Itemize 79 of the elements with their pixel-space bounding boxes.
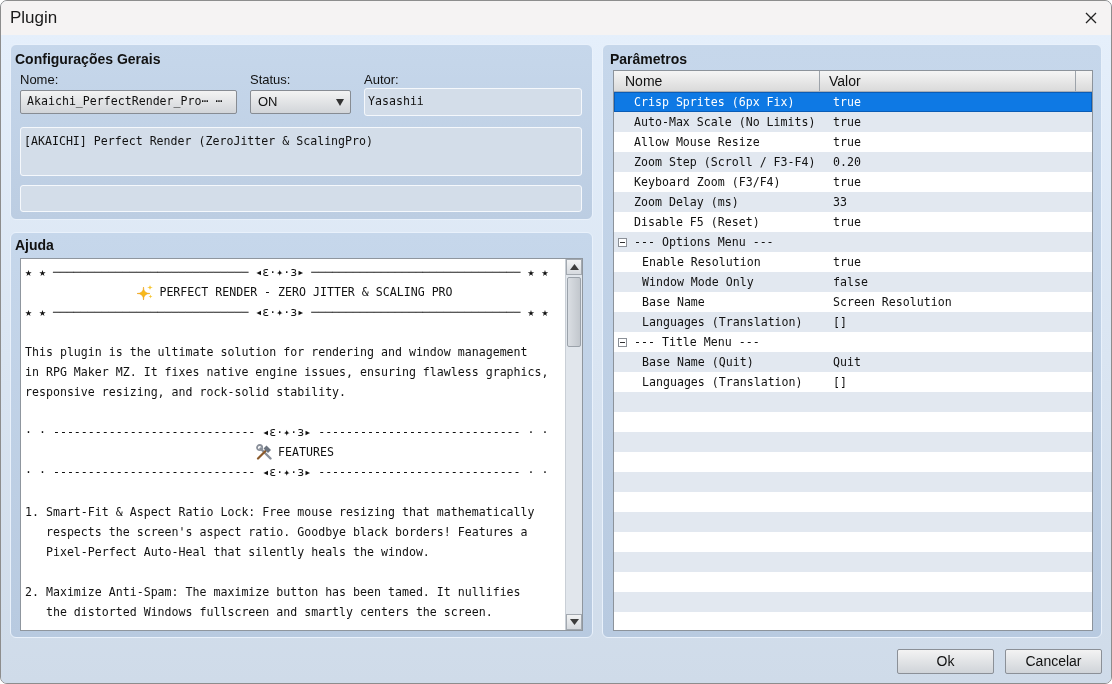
table-row[interactable]: Base Name Screen Resolution: [614, 292, 1092, 312]
ornament-line: · · ----------------------------- ◂ɛ·✦·ɜ▸ ----------------------------- · ·: [25, 464, 549, 481]
status-dropdown[interactable]: ON: [250, 90, 351, 114]
table-row[interactable]: --- Title Menu ---: [614, 332, 1092, 352]
parameter-value: 0.20: [833, 154, 861, 171]
parameter-name: Languages (Translation): [642, 314, 803, 331]
collapse-icon[interactable]: [618, 337, 627, 347]
caret-icon: [336, 98, 344, 106]
parameter-value: false: [833, 274, 868, 291]
triangle-down-icon: [569, 619, 579, 625]
triangle-up-icon: [569, 264, 579, 270]
table-row[interactable]: Zoom Step (Scroll / F3-F4) 0.20: [614, 152, 1092, 172]
scroll-up-button[interactable]: [566, 259, 582, 275]
parameter-value: true: [833, 214, 861, 231]
table-row[interactable]: Keyboard Zoom (F3/F4) true: [614, 172, 1092, 192]
paragraph: This plugin is the ultimate solution for rendering and window management in RPG Maker MZ. It fixes native engine issues, ensuring flawless graphics, responsive resizing, and rock-solid stability.: [25, 344, 549, 401]
table-row[interactable]: Enable Resolution true: [614, 252, 1092, 272]
parameter-value: 33: [833, 194, 847, 211]
parameter-value: []: [833, 314, 847, 331]
parameter-value: true: [833, 134, 861, 151]
table-row[interactable]: Window Mode Only false: [614, 272, 1092, 292]
heading-text: PERFECT RENDER - ZERO JITTER & SCALING PRO: [159, 284, 453, 301]
table-row[interactable]: Base Name (Quit) Quit: [614, 352, 1092, 372]
sparkle-icon: [137, 284, 154, 300]
parameter-value: true: [833, 254, 861, 271]
field-label: Status:: [250, 72, 291, 88]
parameter-value: Screen Resolution: [833, 294, 952, 311]
name-button[interactable]: Akaichi_PerfectRender_Pro⋯ ⋯: [20, 90, 237, 114]
parameter-name: Keyboard Zoom (F3/F4): [634, 174, 781, 191]
panel-title: Parâmetros: [610, 51, 688, 67]
parameter-name: Crisp Sprites (6px Fix): [634, 94, 795, 111]
panel-title: Ajuda: [15, 237, 54, 253]
field-label: Autor:: [364, 72, 399, 88]
text-field[interactable]: [20, 185, 582, 212]
parameter-name: Zoom Step (Scroll / F3-F4): [634, 154, 816, 171]
table-row[interactable]: Auto-Max Scale (No Limits) true: [614, 112, 1092, 132]
parameter-value: true: [833, 174, 861, 191]
table-row[interactable]: Disable F5 (Reset) true: [614, 212, 1092, 232]
parameter-name: Disable F5 (Reset): [634, 214, 760, 231]
table-row[interactable]: Zoom Delay (ms) 33: [614, 192, 1092, 212]
table-row[interactable]: Allow Mouse Resize true: [614, 132, 1092, 152]
list-item: 2. Maximize Anti-Spam: The maximize button has been tamed. It nullifies the distorted Windows fullscreen and smartly centers the screen.: [25, 584, 521, 621]
group-name: --- Options Menu ---: [634, 234, 774, 251]
panel-title: Configurações Gerais: [15, 51, 161, 67]
collapse-icon[interactable]: [618, 237, 627, 247]
parameter-value: Quit: [833, 354, 861, 371]
description-field[interactable]: [AKAICHI] Perfect Render (ZeroJitter & ScalingPro): [20, 127, 582, 176]
column-header[interactable]: Valor: [820, 71, 1076, 91]
dialog-button[interactable]: Ok: [897, 649, 994, 674]
tools-icon: [256, 444, 273, 460]
ornament-line: ★ ★ ──────────────────────────── ◂ɛ·✦·ɜ▸ ────────────────────────────── ★ ★: [25, 264, 549, 281]
ornament-line: ★ ★ ──────────────────────────── ◂ɛ·✦·ɜ▸ ────────────────────────────── ★ ★: [25, 304, 549, 321]
table-row[interactable]: Crisp Sprites (6px Fix) true: [614, 92, 1092, 112]
parameter-value: []: [833, 374, 847, 391]
table-row[interactable]: Languages (Translation) []: [614, 372, 1092, 392]
dialog-button[interactable]: Cancelar: [1005, 649, 1102, 674]
parameter-name: Zoom Delay (ms): [634, 194, 739, 211]
heading-text: FEATURES: [278, 444, 334, 461]
parameter-name: Base Name (Quit): [642, 354, 754, 371]
author-field[interactable]: Yasashii: [364, 88, 582, 116]
scrollbar-thumb[interactable]: [567, 277, 581, 347]
field-label: Nome:: [20, 72, 59, 88]
list-item: 1. Smart-Fit & Aspect Ratio Lock: Free mouse resizing that mathematically respects the screen's aspect ratio. Goodbye black borders! Features a Pixel-Perfect Auto-Heal that silently heals the window.: [25, 504, 535, 561]
parameter-value: true: [833, 94, 861, 111]
window-title: Plugin: [10, 8, 58, 28]
scroll-down-button[interactable]: [566, 614, 582, 630]
table-row[interactable]: Languages (Translation) []: [614, 312, 1092, 332]
parameter-name: Base Name: [642, 294, 705, 311]
parameter-value: true: [833, 114, 861, 131]
parameter-name: Enable Resolution: [642, 254, 761, 271]
parameter-name: Window Mode Only: [642, 274, 754, 291]
ornament-line: · · ----------------------------- ◂ɛ·✦·ɜ▸ ----------------------------- · ·: [25, 424, 549, 441]
parameter-name: Auto-Max Scale (No Limits): [634, 114, 816, 131]
close-icon: [1085, 12, 1097, 24]
parameter-name: Allow Mouse Resize: [634, 134, 760, 151]
parameter-name: Languages (Translation): [642, 374, 803, 391]
column-header[interactable]: Nome: [614, 71, 820, 91]
group-name: --- Title Menu ---: [634, 334, 760, 351]
table-row[interactable]: --- Options Menu ---: [614, 232, 1092, 252]
